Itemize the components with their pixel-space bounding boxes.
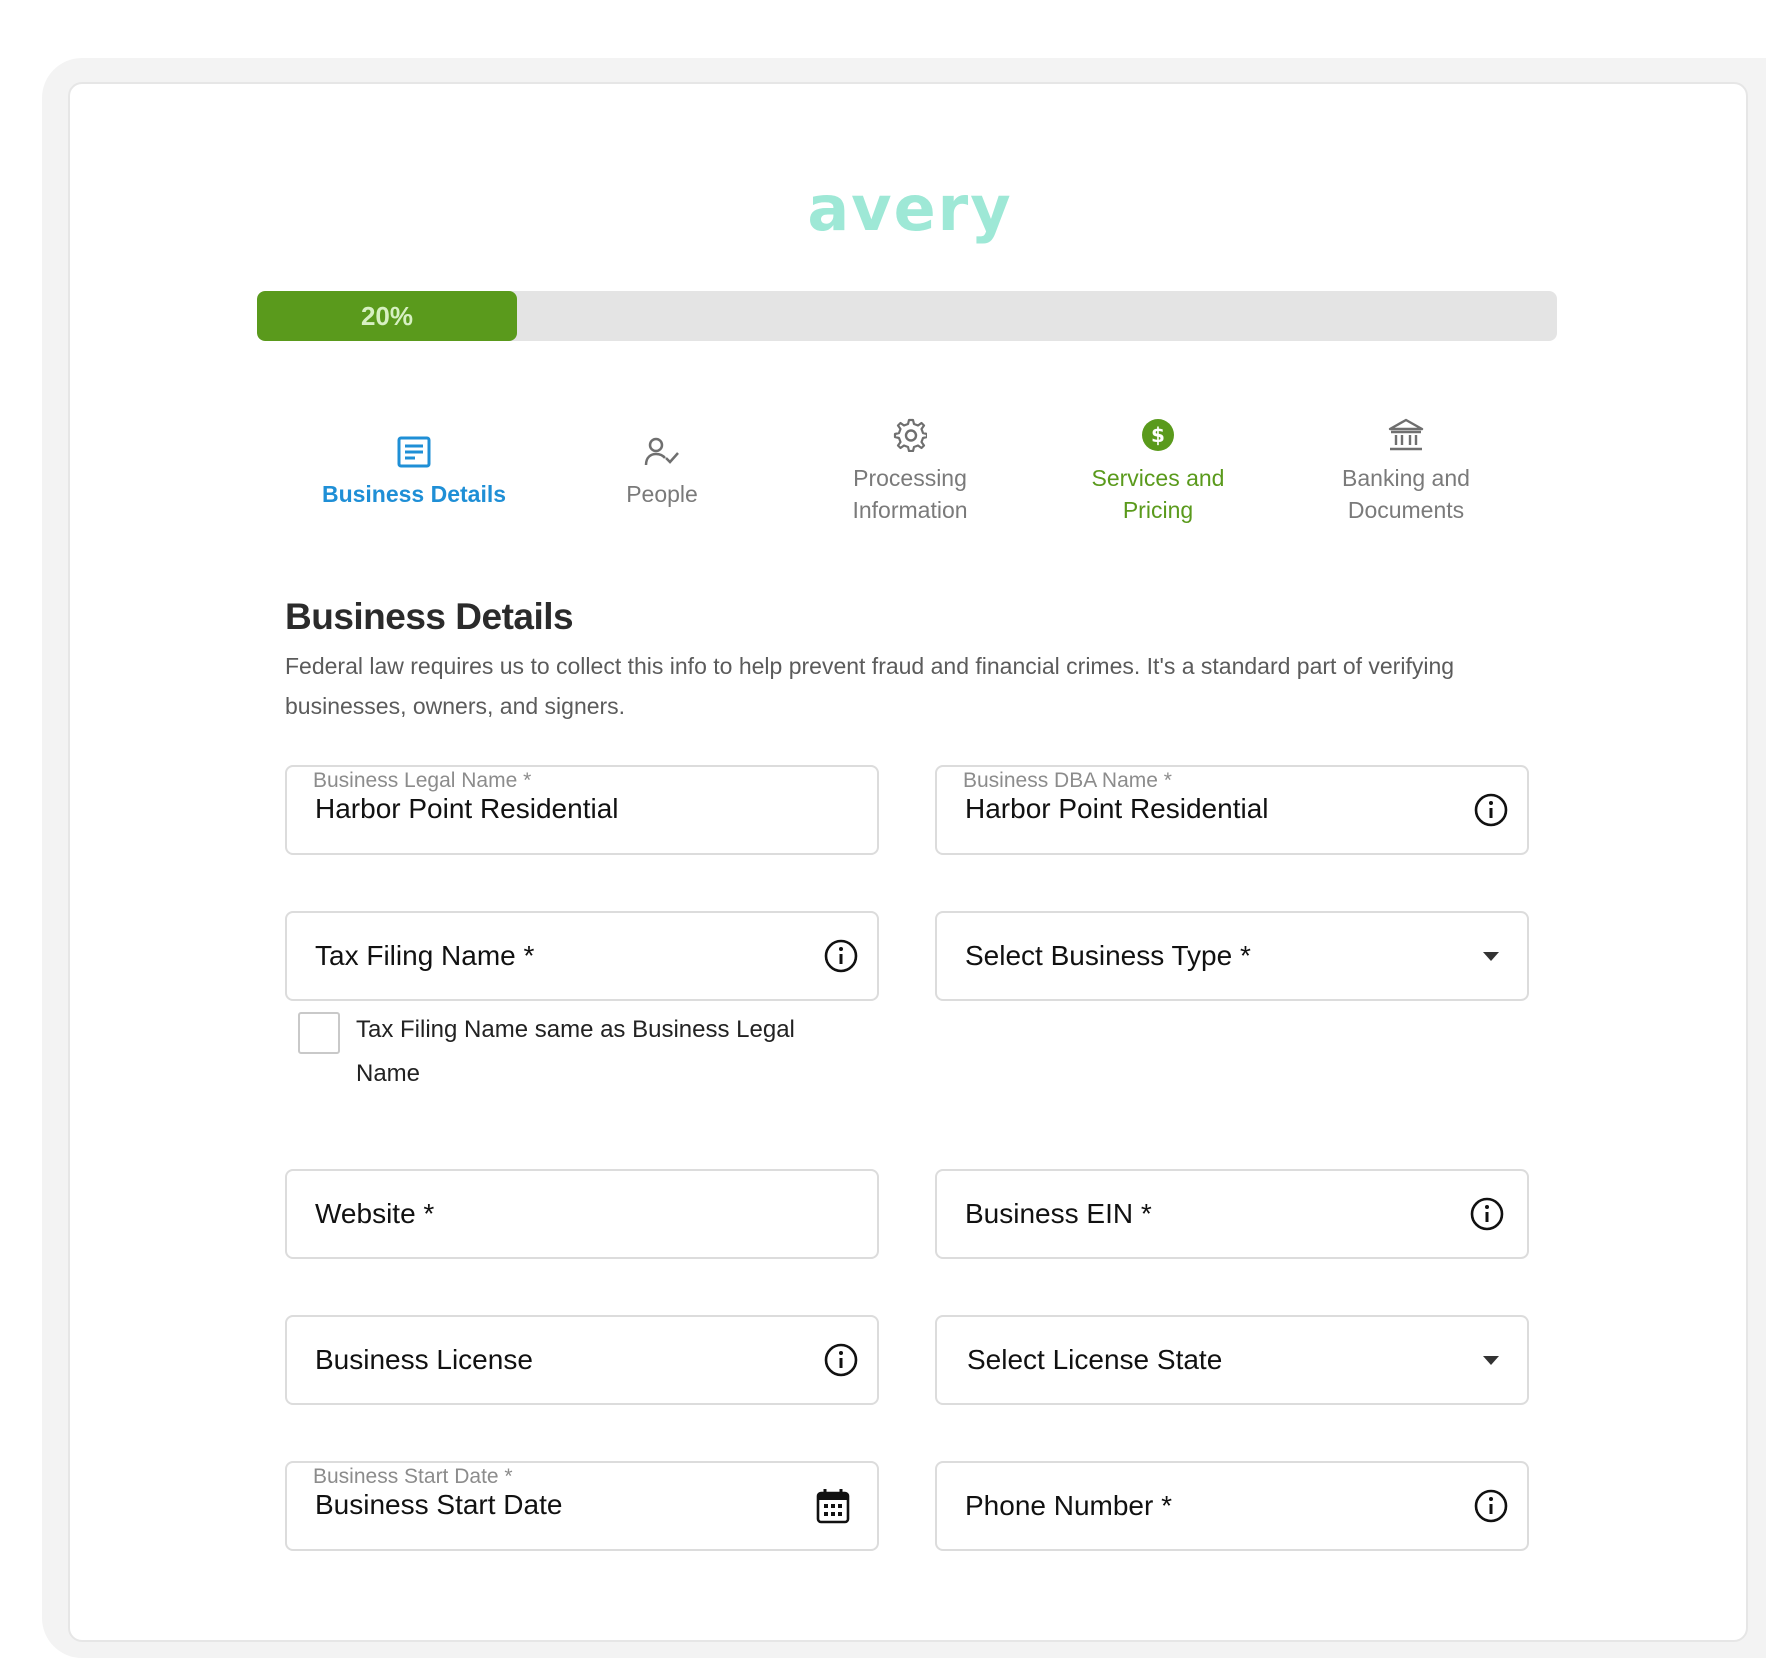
section-title: Business Details — [285, 596, 574, 637]
field-placeholder: Website * — [315, 1198, 435, 1229]
field-placeholder: Business EIN * — [965, 1198, 1152, 1229]
field-label: Business Start Date * — [313, 1465, 513, 1488]
step-label: People — [626, 481, 698, 507]
business-dba-name-field[interactable]: Business DBA Name * Harbor Point Residen… — [935, 765, 1529, 855]
field-placeholder: Tax Filing Name * — [315, 940, 535, 971]
step-label: Services and Pricing — [1091, 465, 1225, 523]
field-label: Business DBA Name * — [963, 769, 1172, 792]
step-label: Processing Information — [852, 465, 968, 523]
field-placeholder: Phone Number * — [965, 1490, 1173, 1521]
step-services-and-pricing[interactable]: $ Services and Pricing — [1034, 408, 1282, 538]
business-type-select[interactable]: Select Business Type * — [935, 911, 1529, 1001]
license-state-select[interactable]: Select License State — [935, 1315, 1529, 1405]
caret-down-icon — [1467, 913, 1515, 999]
progress-bar: 20% — [257, 291, 1557, 341]
document-icon — [397, 424, 431, 468]
dollar-circle-icon: $ — [1141, 408, 1175, 452]
info-icon[interactable] — [1463, 1171, 1511, 1257]
tax-filing-name-field[interactable]: Tax Filing Name * — [285, 911, 879, 1001]
business-ein-field[interactable]: Business EIN * — [935, 1169, 1529, 1259]
business-legal-name-field[interactable]: Business Legal Name * Harbor Point Resid… — [285, 765, 879, 855]
phone-number-field[interactable]: Phone Number * — [935, 1461, 1529, 1551]
caret-down-icon — [1467, 1317, 1515, 1403]
step-label: Banking and Documents — [1342, 465, 1470, 523]
section-description: Federal law requires us to collect this … — [285, 653, 1455, 719]
business-license-field[interactable]: Business License — [285, 1315, 879, 1405]
checkbox-label: Tax Filing Name same as Business Legal N… — [356, 1016, 795, 1087]
website-field[interactable]: Website * — [285, 1169, 879, 1259]
select-placeholder: Select License State — [967, 1344, 1223, 1375]
progress-label: 20% — [360, 300, 414, 331]
field-value: Business Start Date — [315, 1489, 563, 1520]
field-label: Business Legal Name * — [313, 769, 532, 792]
info-icon[interactable] — [817, 1317, 865, 1403]
info-icon[interactable] — [1467, 767, 1515, 853]
step-label: Business Details — [321, 481, 507, 507]
progress-fill: 20% — [257, 291, 517, 341]
person-check-icon — [644, 424, 680, 468]
step-business-details[interactable]: Business Details — [290, 408, 538, 538]
gear-icon — [893, 408, 927, 452]
field-placeholder: Business License — [315, 1344, 533, 1375]
tax-name-same-checkbox[interactable] — [298, 1012, 340, 1054]
step-processing-information[interactable]: Processing Information — [786, 408, 1034, 538]
step-navigation: Business Details People Processing Infor… — [290, 408, 1530, 538]
brand-logo: avery — [800, 168, 1020, 248]
step-banking-and-documents[interactable]: Banking and Documents — [1282, 408, 1530, 538]
calendar-icon[interactable] — [809, 1463, 857, 1549]
svg-text:$: $ — [1151, 423, 1165, 447]
field-value: Harbor Point Residential — [315, 793, 619, 824]
tax-name-same-option: Tax Filing Name same as Business Legal N… — [298, 1012, 858, 1096]
logo-text: avery — [807, 171, 1013, 245]
business-start-date-field[interactable]: Business Start Date * Business Start Dat… — [285, 1461, 879, 1551]
bank-icon — [1388, 408, 1424, 452]
step-people[interactable]: People — [538, 408, 786, 538]
select-placeholder: Select Business Type * — [965, 940, 1251, 971]
info-icon[interactable] — [1467, 1463, 1515, 1549]
info-icon[interactable] — [817, 913, 865, 999]
field-value: Harbor Point Residential — [965, 793, 1269, 824]
